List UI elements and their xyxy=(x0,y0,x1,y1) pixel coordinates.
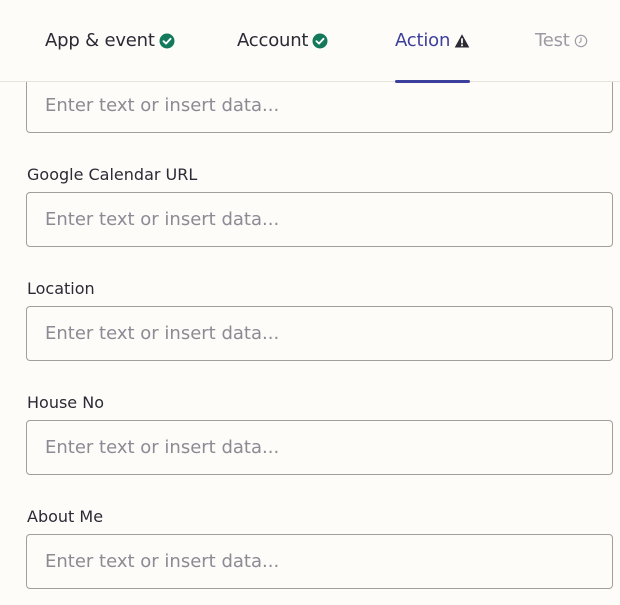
tab-app-and-event[interactable]: App & event xyxy=(45,0,175,82)
step-tabs: App & event Account Action Test xyxy=(0,0,620,83)
tab-label: Test xyxy=(535,30,570,51)
warning-triangle-icon xyxy=(454,34,470,48)
about-me-input[interactable] xyxy=(26,534,613,589)
house-no-label: House No xyxy=(27,393,104,412)
location-label: Location xyxy=(27,279,95,298)
action-form: Google Calendar URL Location House No Ab… xyxy=(0,0,620,605)
location-input[interactable] xyxy=(26,306,613,361)
google-calendar-url-label: Google Calendar URL xyxy=(27,165,198,184)
tab-label: Account xyxy=(237,30,309,51)
active-tab-indicator xyxy=(395,80,471,83)
check-circle-icon xyxy=(312,33,328,49)
tab-label: App & event xyxy=(45,30,155,51)
tab-test[interactable]: Test xyxy=(535,0,588,82)
field-0-input[interactable] xyxy=(26,78,613,133)
tab-account[interactable]: Account xyxy=(237,0,328,82)
clock-icon xyxy=(574,34,587,48)
about-me-label: About Me xyxy=(27,507,104,526)
tab-label: Action xyxy=(395,30,451,51)
check-circle-icon xyxy=(159,33,175,49)
tab-action[interactable]: Action xyxy=(395,0,471,83)
google-calendar-url-input[interactable] xyxy=(26,192,613,247)
house-no-input[interactable] xyxy=(26,420,613,475)
